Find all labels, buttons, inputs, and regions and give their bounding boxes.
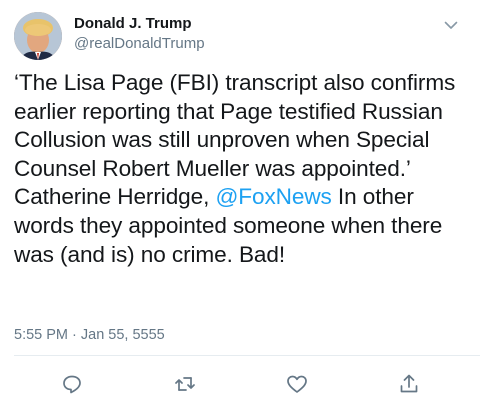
- tweet-text: ‘The Lisa Page (FBI) transcript also con…: [14, 69, 470, 269]
- retweet-icon[interactable]: [173, 372, 197, 396]
- heart-icon[interactable]: [285, 372, 309, 396]
- chevron-down-icon[interactable]: [442, 16, 460, 34]
- divider: [14, 355, 480, 356]
- tweet-header: Donald J. Trump @realDonaldTrump: [14, 10, 466, 60]
- reply-icon[interactable]: [60, 372, 84, 396]
- display-name[interactable]: Donald J. Trump: [74, 14, 205, 33]
- action-bar: [0, 372, 480, 400]
- mention-link[interactable]: @FoxNews: [215, 184, 331, 209]
- tweet-card: Donald J. Trump @realDonaldTrump ‘The Li…: [0, 0, 480, 410]
- share-icon[interactable]: [397, 372, 421, 396]
- user-handle[interactable]: @realDonaldTrump: [74, 34, 205, 54]
- tweet-timestamp[interactable]: 5:55 PM · Jan 55, 5555: [14, 327, 165, 343]
- user-names: Donald J. Trump @realDonaldTrump: [74, 14, 205, 54]
- avatar[interactable]: [14, 12, 62, 60]
